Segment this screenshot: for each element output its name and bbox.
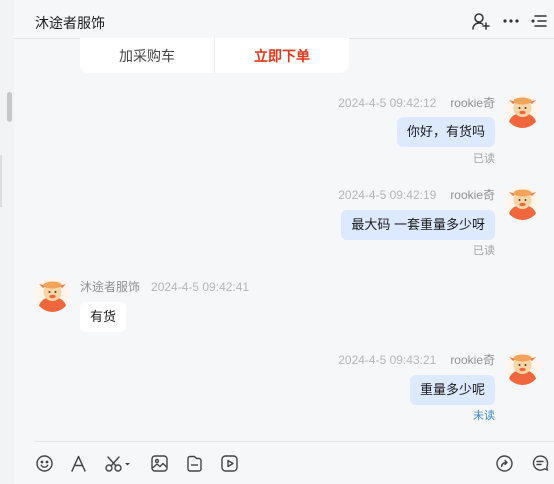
left-sidebar-edge (0, 0, 14, 484)
message-meta: 2024-4-5 09:43:21 rookie奇 (338, 351, 495, 368)
read-status: 已读 (473, 245, 495, 257)
input-divider (34, 441, 554, 442)
read-status: 已读 (473, 153, 495, 165)
message-meta: 2024-4-5 09:42:19 rookie奇 (338, 186, 495, 203)
avatar[interactable] (505, 93, 540, 128)
order-action-card: 加采购车 立即下单 (80, 38, 349, 73)
video-icon[interactable] (220, 454, 239, 473)
list-menu-icon[interactable] (530, 11, 550, 31)
message-meta: 沐途者服饰 2024-4-5 09:42:41 (80, 278, 249, 295)
avatar[interactable] (505, 185, 540, 220)
share-icon[interactable] (495, 454, 514, 473)
message-sender: rookie奇 (450, 188, 495, 202)
message-bubble[interactable]: 有货 (80, 302, 127, 332)
file-icon[interactable] (185, 454, 204, 473)
message-meta: 2024-4-5 09:42:12 rookie奇 (338, 94, 495, 111)
image-icon[interactable] (150, 454, 169, 473)
screenshot-scissors-icon[interactable] (104, 454, 132, 473)
message-bubble[interactable]: 你好，有货吗 (396, 117, 495, 147)
quick-reply-icon[interactable] (531, 454, 550, 473)
buy-now-button[interactable]: 立即下单 (215, 38, 349, 73)
add-contact-icon[interactable] (471, 11, 491, 31)
panel-resize-edge[interactable] (0, 155, 2, 207)
avatar[interactable] (505, 350, 540, 385)
scrollbar-thumb[interactable] (7, 92, 12, 122)
message-time: 2024-4-5 09:42:12 (338, 96, 437, 110)
message-bubble[interactable]: 重量多少呢 (409, 375, 495, 405)
avatar[interactable] (35, 277, 70, 312)
chat-panel: 沐途者服饰 加采购车 立即下单 2024-4-5 09:42:12 rookie奇 (14, 0, 554, 484)
more-icon[interactable] (501, 11, 521, 31)
message-sender: 沐途者服饰 (80, 280, 141, 294)
read-status: 未读 (473, 410, 495, 422)
message-time: 2024-4-5 09:42:41 (151, 280, 250, 294)
chat-header: 沐途者服饰 (14, 0, 554, 39)
font-icon[interactable] (69, 454, 88, 473)
message-time: 2024-4-5 09:43:21 (338, 353, 437, 367)
message-time: 2024-4-5 09:42:19 (338, 188, 437, 202)
message-sender: rookie奇 (450, 96, 495, 110)
emoji-icon[interactable] (35, 454, 54, 473)
message-sender: rookie奇 (450, 353, 495, 367)
chat-title: 沐途者服饰 (35, 15, 105, 31)
add-to-cart-button[interactable]: 加采购车 (80, 38, 215, 73)
message-bubble[interactable]: 最大码 一套重量多少呀 (341, 210, 495, 240)
